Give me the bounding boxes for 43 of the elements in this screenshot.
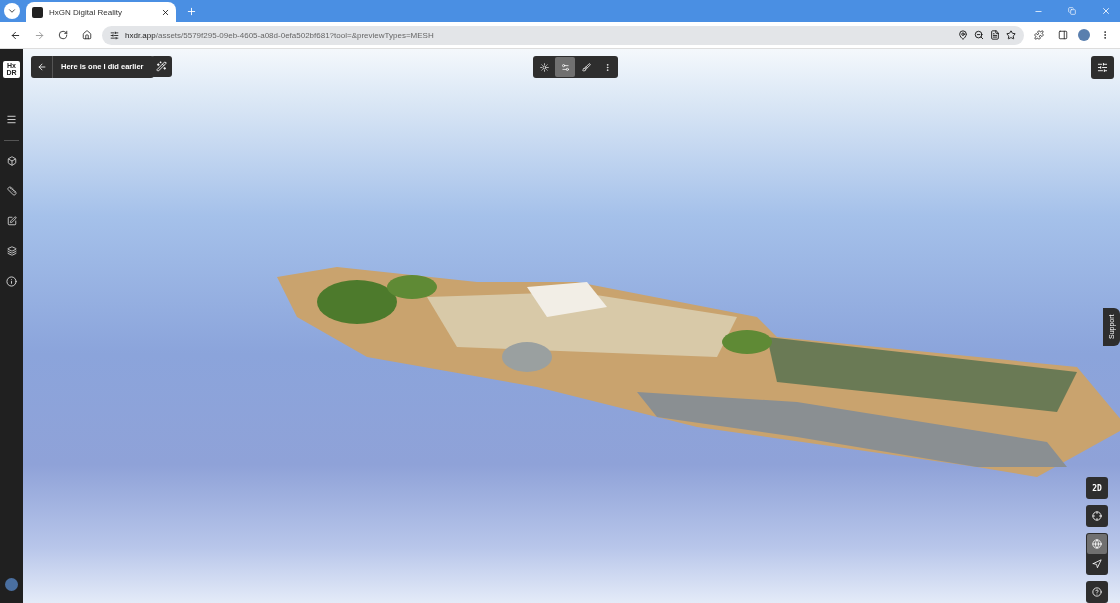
restore-icon [1068, 7, 1076, 15]
address-bar[interactable]: hxdr.app/assets/5579f295-09eb-4605-a08d-0efa502bf681?tool=&previewTypes=MESH [102, 25, 1024, 45]
profile-avatar[interactable] [1078, 29, 1090, 41]
close-icon[interactable] [161, 7, 170, 17]
settings-button[interactable] [1091, 56, 1114, 79]
browser-tab[interactable]: HxGN Digital Reality [26, 2, 176, 22]
sliders-icon [1097, 62, 1108, 73]
ruler-icon [6, 186, 17, 196]
site-settings-icon[interactable] [110, 30, 119, 40]
navigate-icon [1092, 559, 1102, 569]
dimension-button[interactable]: 2D [1086, 477, 1108, 499]
help-icon [1092, 587, 1102, 597]
home-icon [82, 30, 92, 40]
edit-icon [6, 216, 17, 226]
location-icon[interactable] [958, 30, 968, 40]
layers-icon [6, 246, 17, 256]
cube-icon [6, 156, 17, 166]
user-avatar[interactable] [5, 578, 18, 591]
tab-search-button[interactable] [4, 3, 20, 19]
bookmark-star-icon[interactable] [1006, 30, 1016, 40]
arrow-left-icon [9, 29, 21, 41]
page-icon[interactable] [990, 30, 1000, 40]
paint-mode-icon [581, 62, 591, 72]
reload-icon [58, 30, 68, 40]
favicon-icon [32, 6, 43, 18]
zoom-icon[interactable] [974, 30, 984, 40]
navigation-button[interactable] [1087, 534, 1107, 554]
magic-wand-button[interactable] [151, 56, 172, 77]
close-icon [1101, 6, 1111, 16]
chevron-down-icon [7, 6, 17, 16]
magic-wand-icon [156, 61, 167, 72]
arrow-left-icon [36, 62, 47, 72]
info-icon [6, 275, 17, 287]
crosshair-icon [1092, 511, 1102, 521]
url-text: hxdr.app/assets/5579f295-09eb-4605-a08d-0efa502bf681?tool=&previewTypes=MESH [125, 30, 435, 40]
arrow-right-icon [33, 29, 45, 41]
globe-icon [1092, 539, 1102, 549]
view-mode-button[interactable] [555, 57, 575, 77]
plus-icon [185, 5, 197, 17]
tab-title: HxGN Digital Reality [49, 7, 123, 17]
puzzle-icon [1034, 30, 1044, 40]
side-panel-icon [1058, 30, 1068, 40]
menu-icon [6, 113, 17, 125]
